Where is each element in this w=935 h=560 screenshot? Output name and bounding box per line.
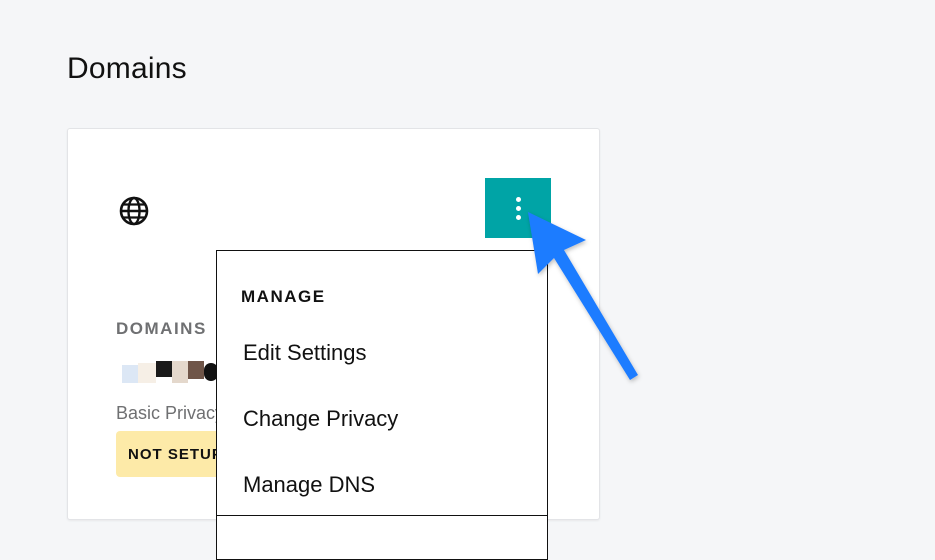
pointer-arrow-icon bbox=[528, 212, 638, 380]
menu-divider bbox=[217, 515, 547, 516]
globe-icon bbox=[119, 196, 149, 226]
privacy-status: Basic Privacy bbox=[116, 403, 225, 423]
section-label: DOMAINS bbox=[116, 319, 207, 338]
menu-header: MANAGE bbox=[241, 287, 326, 306]
menu-item-change-privacy[interactable]: Change Privacy bbox=[243, 406, 398, 432]
manage-dropdown-menu: MANAGE Edit Settings Change Privacy Mana… bbox=[216, 250, 548, 560]
menu-item-edit-settings[interactable]: Edit Settings bbox=[243, 340, 367, 366]
menu-item-manage-dns[interactable]: Manage DNS bbox=[243, 472, 375, 498]
page-title: Domains bbox=[67, 52, 187, 85]
